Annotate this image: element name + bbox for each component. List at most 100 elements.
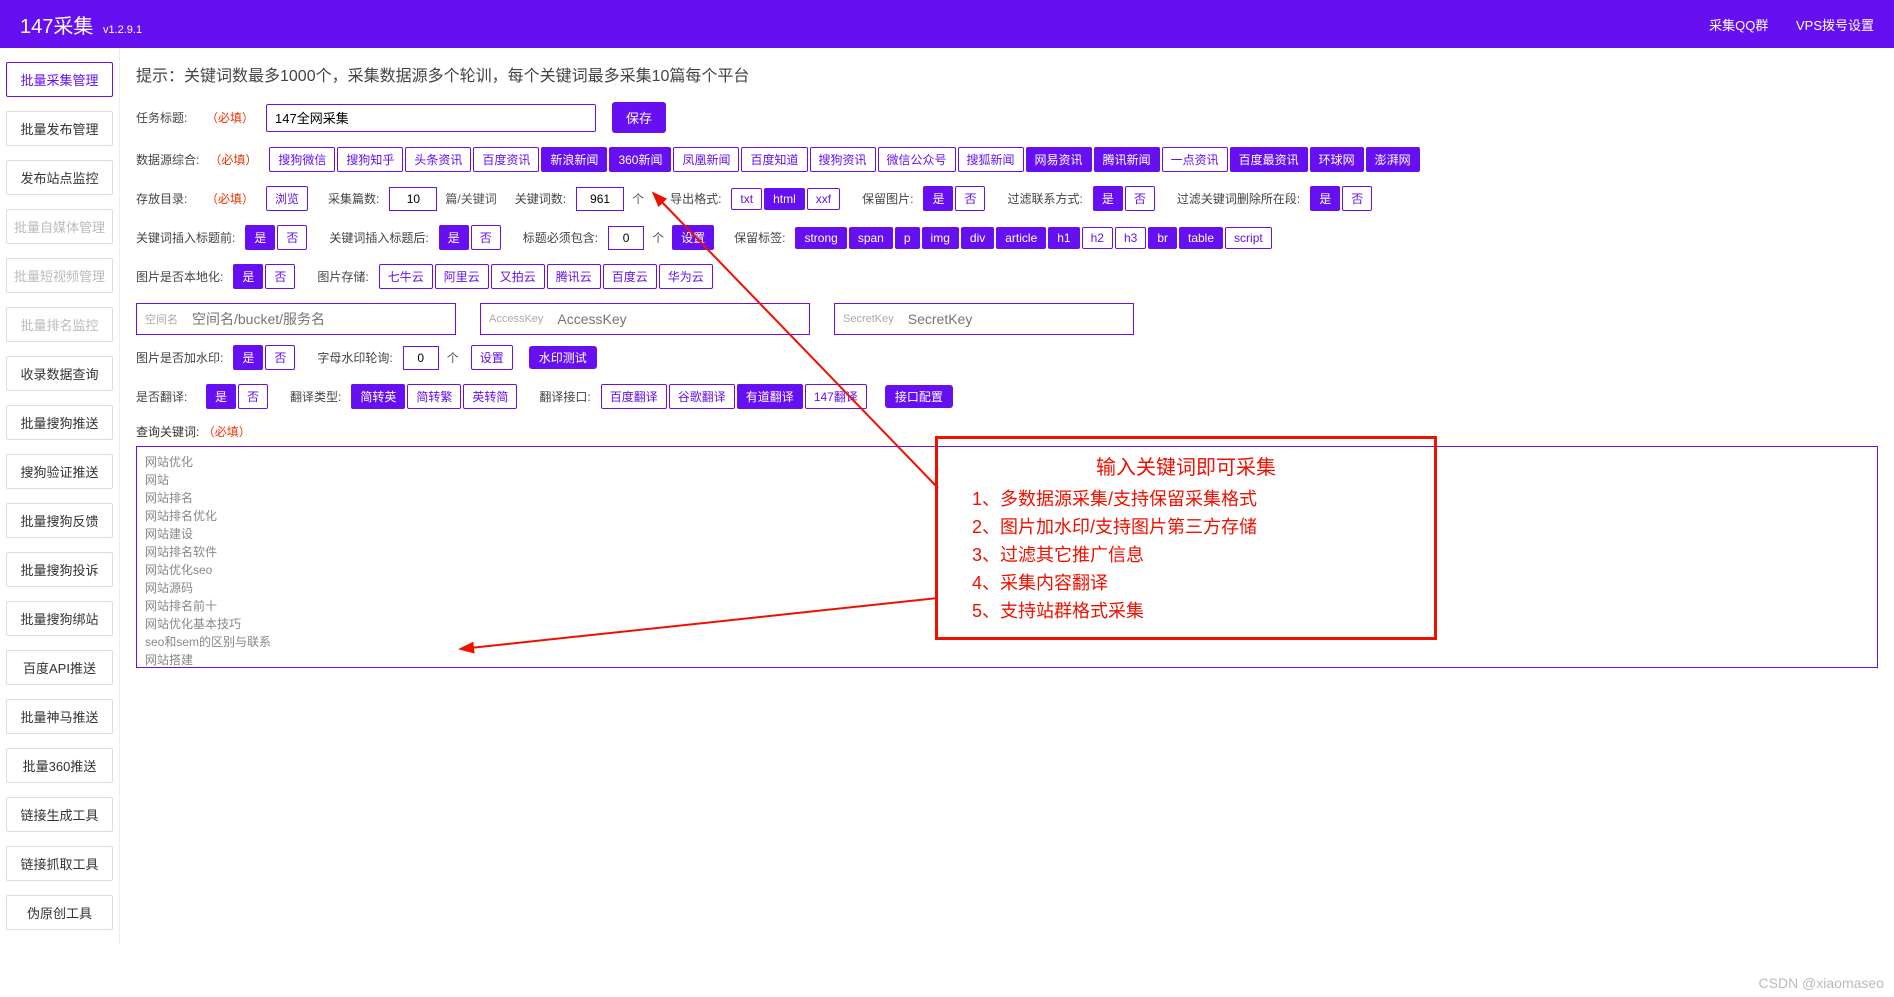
filter-contact-opt-1[interactable]: 否 — [1125, 186, 1155, 211]
sidebar-item-4[interactable]: 批量短视频管理 — [6, 258, 113, 293]
fmt-chip-1[interactable]: html — [764, 188, 805, 210]
wm-val-input[interactable] — [403, 346, 439, 370]
cloud-chip-0[interactable]: 七牛云 — [379, 264, 433, 289]
ins-after-opt-1[interactable]: 否 — [471, 225, 501, 250]
source-chip-15[interactable]: 环球网 — [1310, 147, 1364, 172]
link-vps[interactable]: VPS拨号设置 — [1796, 18, 1874, 33]
trans-api-3[interactable]: 147翻译 — [805, 384, 867, 409]
source-chip-16[interactable]: 澎湃网 — [1366, 147, 1420, 172]
tag-chip-3[interactable]: img — [922, 227, 959, 249]
img-local-opt-0[interactable]: 是 — [233, 264, 263, 289]
accesskey-input[interactable] — [557, 311, 777, 327]
tag-chip-8[interactable]: h3 — [1115, 227, 1146, 249]
filter-del-opt-1[interactable]: 否 — [1342, 186, 1372, 211]
source-chip-10[interactable]: 搜狐新闻 — [958, 147, 1024, 172]
must-set-button[interactable]: 设置 — [672, 225, 714, 250]
keep-tag-label: 保留标签: — [734, 229, 785, 246]
task-title-input[interactable] — [266, 104, 596, 132]
sidebar-item-8[interactable]: 搜狗验证推送 — [6, 454, 113, 489]
browse-button[interactable]: 浏览 — [266, 186, 308, 211]
api-config-button[interactable]: 接口配置 — [885, 385, 953, 408]
ins-before-opt-1[interactable]: 否 — [277, 225, 307, 250]
trans-api-1[interactable]: 谷歌翻译 — [669, 384, 735, 409]
sidebar-item-2[interactable]: 发布站点监控 — [6, 160, 113, 195]
sidebar-item-11[interactable]: 批量搜狗绑站 — [6, 601, 113, 636]
tag-chip-10[interactable]: table — [1179, 227, 1223, 249]
bucket-box: 空间名 — [136, 303, 456, 335]
bucket-input[interactable] — [192, 311, 412, 327]
fmt-chip-2[interactable]: xxf — [807, 188, 840, 210]
must-input[interactable] — [608, 226, 644, 250]
source-chip-6[interactable]: 凤凰新闻 — [673, 147, 739, 172]
filter-del-opt-0[interactable]: 是 — [1310, 186, 1340, 211]
tag-chip-11[interactable]: script — [1225, 227, 1272, 249]
trans-api-2[interactable]: 有道翻译 — [737, 384, 803, 409]
source-chip-7[interactable]: 百度知道 — [741, 147, 807, 172]
sidebar-item-5[interactable]: 批量排名监控 — [6, 307, 113, 342]
source-chip-2[interactable]: 头条资讯 — [405, 147, 471, 172]
tag-chip-5[interactable]: article — [996, 227, 1046, 249]
wm-opt-0[interactable]: 是 — [233, 345, 263, 370]
sidebar-item-16[interactable]: 链接抓取工具 — [6, 846, 113, 881]
trans-type-1[interactable]: 简转繁 — [407, 384, 461, 409]
source-chip-9[interactable]: 微信公众号 — [878, 147, 956, 172]
source-chip-0[interactable]: 搜狗微信 — [269, 147, 335, 172]
trans-type-0[interactable]: 简转英 — [351, 384, 405, 409]
cloud-chip-3[interactable]: 腾讯云 — [547, 264, 601, 289]
sidebar-item-1[interactable]: 批量发布管理 — [6, 111, 113, 146]
trans-api-0[interactable]: 百度翻译 — [601, 384, 667, 409]
sidebar-item-6[interactable]: 收录数据查询 — [6, 356, 113, 391]
tag-chip-6[interactable]: h1 — [1048, 227, 1079, 249]
kw-count-input[interactable] — [576, 187, 624, 211]
source-chip-3[interactable]: 百度资讯 — [473, 147, 539, 172]
ins-before-opt-0[interactable]: 是 — [245, 225, 275, 250]
tag-chip-2[interactable]: p — [895, 227, 920, 249]
sidebar-item-12[interactable]: 百度API推送 — [6, 650, 113, 685]
tag-chip-0[interactable]: strong — [795, 227, 846, 249]
sidebar-item-14[interactable]: 批量360推送 — [6, 748, 113, 783]
img-local-opt-1[interactable]: 否 — [265, 264, 295, 289]
sidebar-item-9[interactable]: 批量搜狗反馈 — [6, 503, 113, 538]
cloud-chip-5[interactable]: 华为云 — [659, 264, 713, 289]
source-chip-5[interactable]: 360新闻 — [609, 147, 671, 172]
source-chip-14[interactable]: 百度最资讯 — [1230, 147, 1308, 172]
sidebar-item-17[interactable]: 伪原创工具 — [6, 895, 113, 930]
sidebar-item-3[interactable]: 批量自媒体管理 — [6, 209, 113, 244]
trans-opt-1[interactable]: 否 — [238, 384, 268, 409]
cloud-chip-1[interactable]: 阿里云 — [435, 264, 489, 289]
fmt-chip-0[interactable]: txt — [731, 188, 762, 210]
secretkey-box: SecretKey — [834, 303, 1134, 335]
cloud-chip-2[interactable]: 又拍云 — [491, 264, 545, 289]
source-chip-8[interactable]: 搜狗资讯 — [810, 147, 876, 172]
tag-chip-1[interactable]: span — [849, 227, 893, 249]
source-chip-12[interactable]: 腾讯新闻 — [1094, 147, 1160, 172]
source-chip-11[interactable]: 网易资讯 — [1026, 147, 1092, 172]
source-chip-1[interactable]: 搜狗知乎 — [337, 147, 403, 172]
sidebar-item-15[interactable]: 链接生成工具 — [6, 797, 113, 832]
keep-img-opt-1[interactable]: 否 — [955, 186, 985, 211]
source-chip-13[interactable]: 一点资讯 — [1162, 147, 1228, 172]
count-input[interactable] — [389, 187, 437, 211]
sidebar-item-0[interactable]: 批量采集管理 — [6, 62, 113, 97]
wm-set-button[interactable]: 设置 — [471, 345, 513, 370]
wm-opt-1[interactable]: 否 — [265, 345, 295, 370]
trans-opt-0[interactable]: 是 — [206, 384, 236, 409]
keep-img-opt-0[interactable]: 是 — [923, 186, 953, 211]
tag-chip-4[interactable]: div — [961, 227, 994, 249]
wm-test-button[interactable]: 水印测试 — [529, 346, 597, 369]
sidebar-item-13[interactable]: 批量神马推送 — [6, 699, 113, 734]
trans-type-2[interactable]: 英转简 — [463, 384, 517, 409]
csdn-watermark: CSDN @xiaomaseo — [1759, 975, 1884, 991]
sidebar-item-7[interactable]: 批量搜狗推送 — [6, 405, 113, 440]
save-button[interactable]: 保存 — [612, 102, 666, 133]
sidebar-item-10[interactable]: 批量搜狗投诉 — [6, 552, 113, 587]
tag-chip-7[interactable]: h2 — [1082, 227, 1113, 249]
link-qq[interactable]: 采集QQ群 — [1709, 18, 1768, 33]
secretkey-input[interactable] — [908, 311, 1125, 327]
tag-chip-9[interactable]: br — [1148, 227, 1177, 249]
sidebar: 批量采集管理批量发布管理发布站点监控批量自媒体管理批量短视频管理批量排名监控收录… — [0, 48, 120, 944]
cloud-chip-4[interactable]: 百度云 — [603, 264, 657, 289]
ins-after-opt-0[interactable]: 是 — [439, 225, 469, 250]
source-chip-4[interactable]: 新浪新闻 — [541, 147, 607, 172]
filter-contact-opt-0[interactable]: 是 — [1093, 186, 1123, 211]
